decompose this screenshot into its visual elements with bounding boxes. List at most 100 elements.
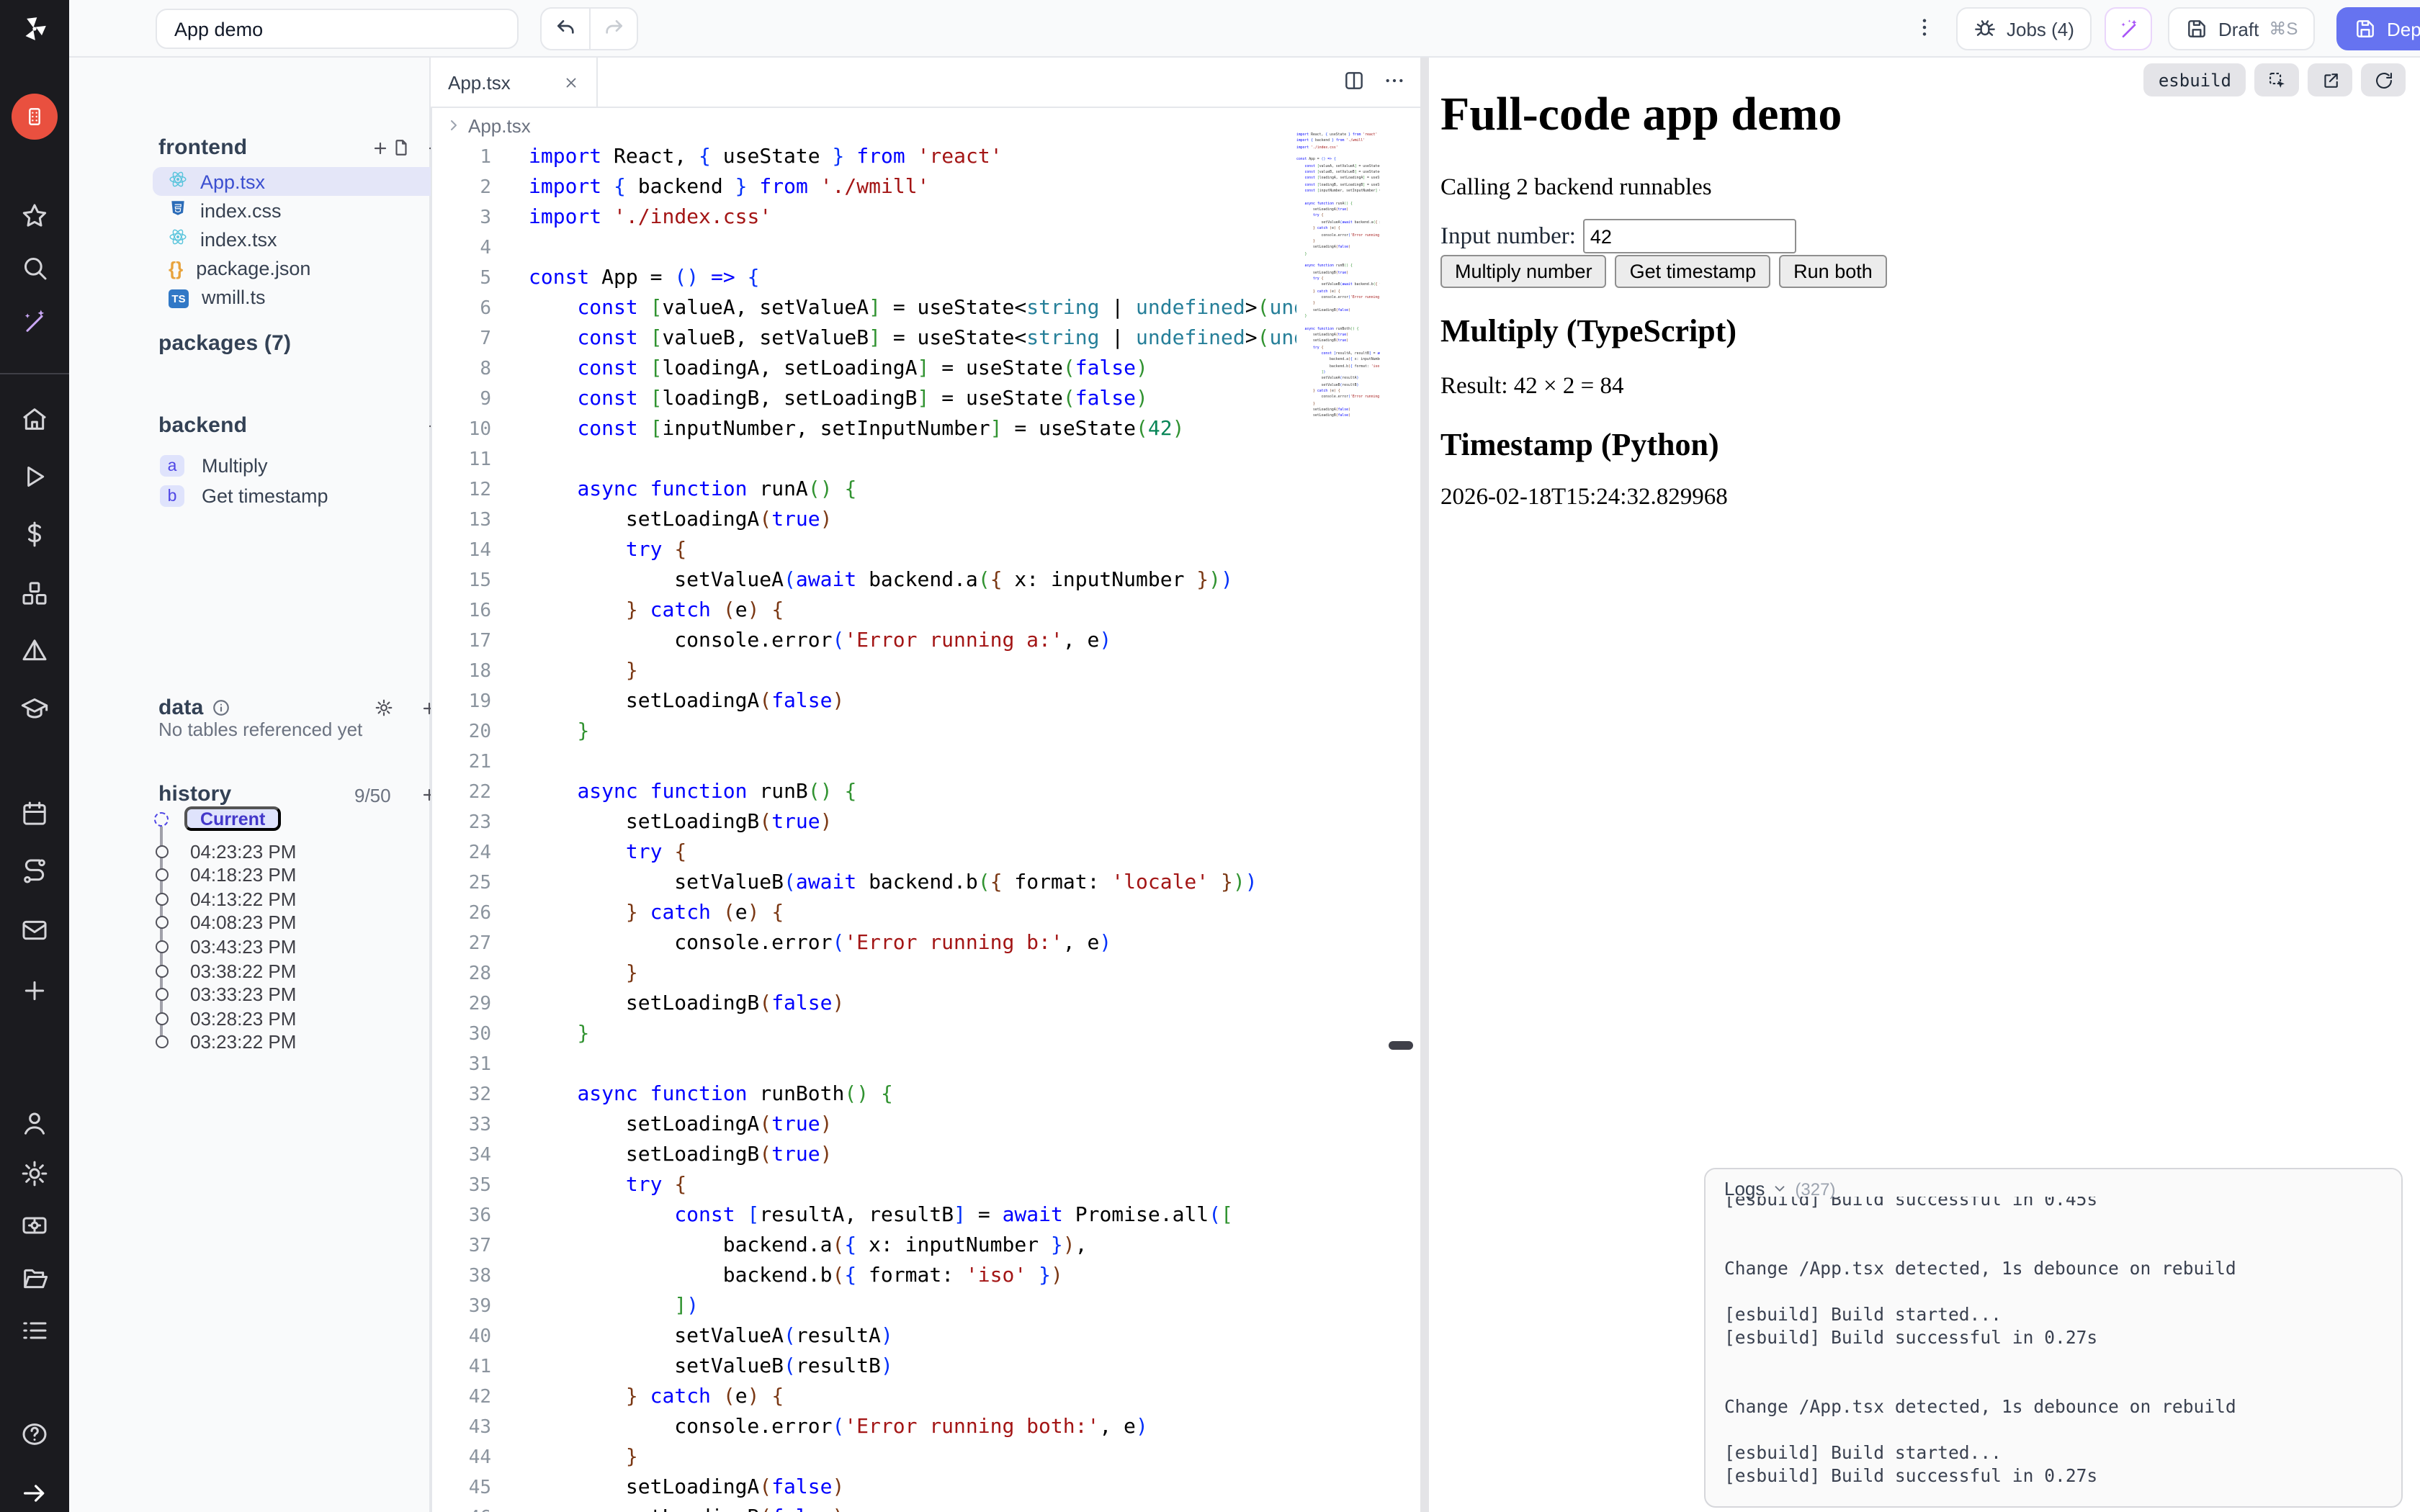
history-entry[interactable]: 04:23:23 PM: [190, 840, 296, 862]
jobs-button[interactable]: Jobs (4): [1956, 7, 2092, 50]
rail-flows-button[interactable]: [20, 857, 49, 886]
rail-settings-button[interactable]: [20, 1159, 49, 1188]
code-line[interactable]: async function runA() {: [529, 475, 1298, 505]
rail-audit-logs-button[interactable]: [20, 1316, 49, 1345]
workspace-button[interactable]: [12, 94, 58, 140]
draft-button[interactable]: Draft ⌘S: [2168, 7, 2315, 50]
code-line[interactable]: backend.a({ x: inputNumber }),: [529, 1231, 1298, 1261]
editor-minimap[interactable]: import React, { useState } from 'react'i…: [1296, 132, 1380, 435]
rail-help-button[interactable]: [20, 1420, 49, 1449]
code-line[interactable]: [529, 445, 1298, 475]
code-line[interactable]: } catch (e) {: [529, 899, 1298, 929]
code-line[interactable]: const [valueA, setValueA] = useState<str…: [529, 294, 1298, 324]
rail-inbox-button[interactable]: [20, 916, 49, 945]
input-number-field[interactable]: [1583, 219, 1796, 253]
history-entry[interactable]: 03:43:23 PM: [190, 936, 296, 958]
code-line[interactable]: const [resultA, resultB] = await Promise…: [529, 1201, 1298, 1231]
rail-learn-button[interactable]: [20, 694, 49, 723]
app-name-input[interactable]: [156, 9, 519, 49]
code-line[interactable]: import './index.css': [529, 203, 1298, 233]
logs-header-toggle[interactable]: Logs (327): [1706, 1169, 2401, 1197]
rail-home-button[interactable]: [20, 405, 49, 433]
preview-button-get-timestamp[interactable]: Get timestamp: [1615, 255, 1771, 288]
code-line[interactable]: } catch (e) {: [529, 596, 1298, 626]
code-line[interactable]: setLoadingB(true): [529, 808, 1298, 838]
code-line[interactable]: }: [529, 717, 1298, 747]
code-line[interactable]: [529, 1050, 1298, 1080]
code-line[interactable]: setLoadingB(false): [529, 1503, 1298, 1512]
data-settings-button[interactable]: [375, 698, 393, 717]
code-line[interactable]: const [valueB, setValueB] = useState<str…: [529, 324, 1298, 354]
close-icon[interactable]: [563, 74, 579, 90]
code-line[interactable]: setLoadingA(true): [529, 505, 1298, 536]
code-line[interactable]: try {: [529, 536, 1298, 566]
rail-user-button[interactable]: [20, 1109, 49, 1138]
code-line[interactable]: setLoadingA(false): [529, 687, 1298, 717]
code-line[interactable]: [529, 233, 1298, 264]
inspect-element-button[interactable]: [2254, 63, 2299, 96]
code-line[interactable]: }: [529, 1020, 1298, 1050]
code-line[interactable]: setValueB(resultB): [529, 1352, 1298, 1382]
deploy-button[interactable]: Deploy: [2336, 7, 2420, 50]
preview-button-run-both[interactable]: Run both: [1779, 255, 1887, 288]
rail-variables-button[interactable]: [20, 520, 49, 549]
code-line[interactable]: ]): [529, 1292, 1298, 1322]
code-line[interactable]: try {: [529, 1171, 1298, 1201]
code-line[interactable]: }: [529, 959, 1298, 989]
code-line[interactable]: const App = () => {: [529, 264, 1298, 294]
code-line[interactable]: const [inputNumber, setInputNumber] = us…: [529, 415, 1298, 445]
history-entry[interactable]: 03:33:23 PM: [190, 984, 296, 1005]
history-entry[interactable]: 04:13:22 PM: [190, 888, 296, 909]
redo-button[interactable]: [589, 9, 637, 49]
code-line[interactable]: async function runB() {: [529, 778, 1298, 808]
tab-app-tsx[interactable]: App.tsx: [431, 58, 598, 107]
preview-button-multiply-number[interactable]: Multiply number: [1440, 255, 1607, 288]
code-line[interactable]: backend.b({ format: 'iso' }): [529, 1261, 1298, 1292]
code-line[interactable]: setLoadingB(true): [529, 1140, 1298, 1171]
rail-folders-button[interactable]: [20, 1264, 49, 1293]
code-line[interactable]: setLoadingA(false): [529, 1473, 1298, 1503]
code-line[interactable]: setValueA(resultA): [529, 1322, 1298, 1352]
refresh-preview-button[interactable]: [2361, 63, 2406, 96]
open-external-button[interactable]: [2308, 63, 2352, 96]
rail-add-button[interactable]: [20, 976, 49, 1005]
ai-wand-button[interactable]: [2105, 7, 2152, 50]
editor-code-area[interactable]: import React, { useState } from 'react'i…: [529, 143, 1298, 1512]
code-line[interactable]: [529, 747, 1298, 778]
code-line[interactable]: import { backend } from './wmill': [529, 173, 1298, 203]
rail-runs-button[interactable]: [20, 462, 49, 491]
breadcrumb[interactable]: App.tsx: [445, 108, 531, 143]
rail-expand-button[interactable]: [20, 1479, 49, 1508]
rail-resources-button[interactable]: [20, 579, 49, 608]
code-line[interactable]: }: [529, 1443, 1298, 1473]
code-line[interactable]: } catch (e) {: [529, 1382, 1298, 1413]
code-line[interactable]: try {: [529, 838, 1298, 868]
rail-schedules-button[interactable]: [20, 799, 49, 828]
code-line[interactable]: async function runBoth() {: [529, 1080, 1298, 1110]
history-entry[interactable]: 04:18:23 PM: [190, 864, 296, 886]
panel-divider[interactable]: [1420, 58, 1429, 1512]
code-line[interactable]: setValueB(await backend.b({ format: 'loc…: [529, 868, 1298, 899]
code-line[interactable]: const [loadingB, setLoadingB] = useState…: [529, 384, 1298, 415]
history-entry[interactable]: 03:38:22 PM: [190, 960, 296, 981]
split-editor-button[interactable]: [1343, 69, 1366, 92]
rail-favorites-button[interactable]: [20, 202, 49, 230]
more-menu-button[interactable]: [1907, 12, 1942, 46]
rail-ai-button[interactable]: [20, 307, 49, 336]
code-line[interactable]: }: [529, 657, 1298, 687]
code-line[interactable]: console.error('Error running a:', e): [529, 626, 1298, 657]
code-line[interactable]: console.error('Error running b:', e): [529, 929, 1298, 959]
editor-more-button[interactable]: [1383, 69, 1406, 92]
history-entry[interactable]: 03:28:23 PM: [190, 1007, 296, 1029]
code-line[interactable]: setLoadingA(true): [529, 1110, 1298, 1140]
code-line[interactable]: const [loadingA, setLoadingA] = useState…: [529, 354, 1298, 384]
rail-assets-button[interactable]: [20, 636, 49, 665]
code-line[interactable]: setValueA(await backend.a({ x: inputNumb…: [529, 566, 1298, 596]
code-line[interactable]: import React, { useState } from 'react': [529, 143, 1298, 173]
code-line[interactable]: setLoadingB(false): [529, 989, 1298, 1020]
history-entry[interactable]: 04:08:23 PM: [190, 912, 296, 934]
undo-button[interactable]: [542, 9, 589, 49]
history-current-item[interactable]: Current: [184, 806, 281, 831]
history-entry[interactable]: 03:23:22 PM: [190, 1032, 296, 1053]
rail-workers-button[interactable]: [20, 1211, 49, 1240]
